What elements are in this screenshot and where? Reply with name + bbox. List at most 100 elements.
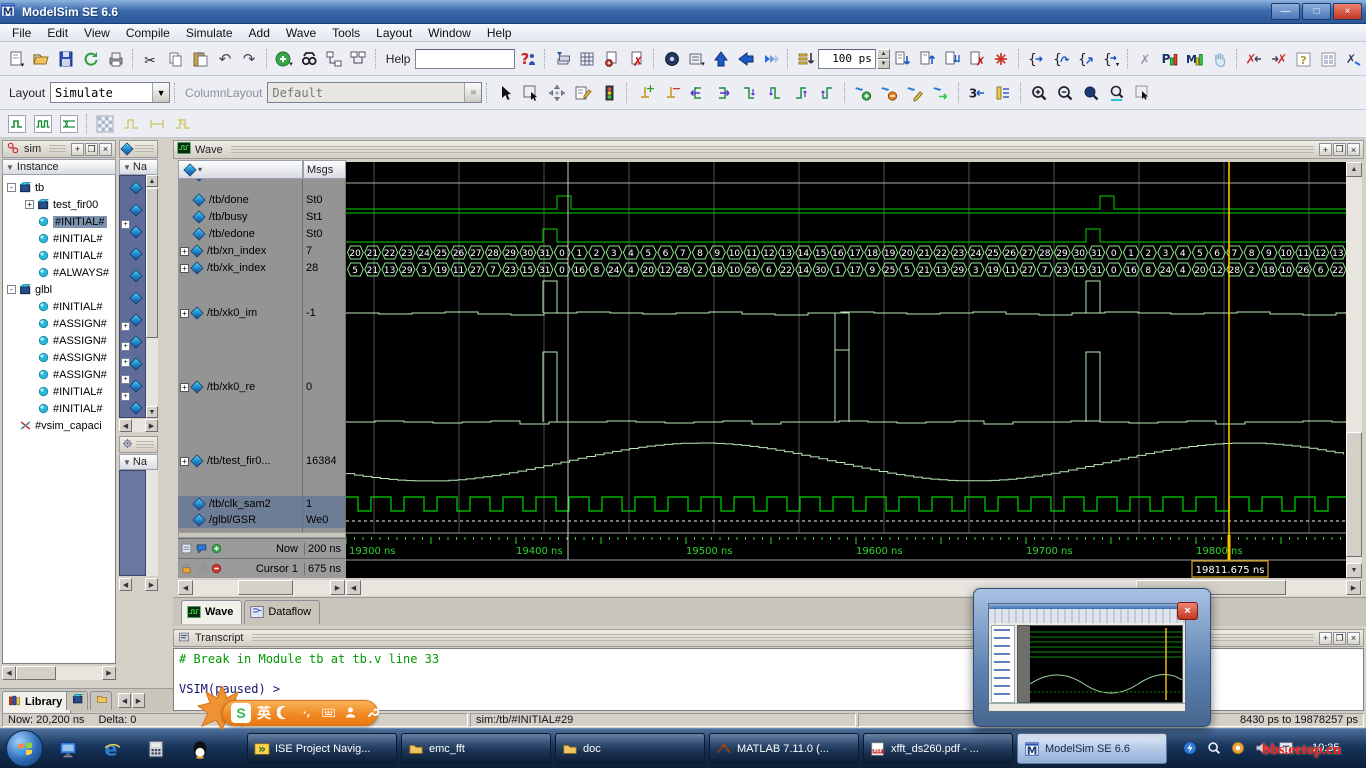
objects-hscrollbar[interactable]: ◀ ▶ — [119, 419, 158, 433]
locals-list[interactable] — [119, 470, 146, 576]
save-button[interactable] — [54, 46, 79, 72]
profile-performance-button[interactable]: P — [1158, 46, 1183, 72]
help-search-button[interactable]: ? — [515, 46, 540, 72]
signal-row-tb-xk-index[interactable]: +/tb/xk_index — [178, 260, 302, 276]
run-all-button[interactable] — [940, 46, 965, 72]
step-button[interactable]: { — [1024, 46, 1049, 72]
menu-tools[interactable]: Tools — [324, 24, 368, 42]
ime-wrench2-icon[interactable] — [365, 705, 381, 721]
undo-button[interactable]: ↶ — [212, 46, 237, 72]
insert-clock-button[interactable] — [30, 111, 56, 137]
tree-item-initial[interactable]: #INITIAL# — [25, 247, 103, 264]
step-over-button[interactable]: { — [1049, 46, 1074, 72]
signal-row-tb-xk0-im[interactable]: +/tb/xk0_im — [178, 305, 302, 321]
tree-item-initial[interactable]: #INITIAL# — [25, 400, 103, 417]
menu-file[interactable]: File — [4, 24, 39, 42]
panel-plus-icon[interactable]: + — [71, 143, 84, 156]
signal-diamond-icon[interactable] — [129, 181, 142, 194]
taskbar-button-xfft-ds260-pdf[interactable]: PDFxfft_ds260.pdf - ... — [863, 733, 1013, 764]
tray-magnifier-icon[interactable] — [1206, 740, 1224, 758]
tree-item-tb[interactable]: -tb — [7, 179, 44, 196]
signal-diamond-icon[interactable] — [129, 247, 142, 260]
drag-handle[interactable] — [135, 145, 154, 153]
locals-panel-header[interactable] — [119, 436, 158, 453]
stretch-edge-button[interactable] — [118, 111, 144, 137]
tab-library[interactable]: Library — [2, 691, 71, 713]
scroll-right-icon[interactable]: ▶ — [102, 666, 116, 680]
expand-icon[interactable]: + — [25, 200, 34, 209]
expand-netlist-button[interactable] — [321, 46, 346, 72]
wave-window-header[interactable]: Wave + ❒ × — [173, 140, 1364, 159]
tree-item-testfir00[interactable]: +test_fir00 — [25, 196, 98, 213]
arrow-left-button[interactable] — [734, 46, 759, 72]
profile-memory-button[interactable]: M — [1182, 46, 1207, 72]
wave-signal-names[interactable]: /tb/dv/tb/done/tb/busy/tb/edone+/tb/xn_i… — [178, 179, 303, 532]
signal-diamond-icon[interactable] — [129, 335, 142, 348]
fast-forward-button[interactable] — [758, 46, 783, 72]
tray-notify-icon[interactable] — [1230, 740, 1248, 758]
add-item-button[interactable]: ▾ — [272, 46, 297, 72]
tab-dataflow[interactable]: Dataflow — [244, 600, 320, 624]
locals-vscrollbar[interactable] — [146, 470, 158, 576]
stop-button[interactable]: ✗ — [964, 46, 989, 72]
expand-icon[interactable]: + — [180, 264, 189, 273]
chat-icon[interactable] — [195, 542, 209, 556]
step-out-button[interactable]: { — [1073, 46, 1098, 72]
quicklaunch-internet-explorer-icon[interactable]: e — [100, 737, 124, 761]
cursor1-label[interactable]: Cursor 1 — [225, 563, 304, 575]
expand-icon[interactable]: + — [180, 247, 189, 256]
lock-icon[interactable] — [180, 562, 194, 576]
add-wave-button[interactable] — [850, 80, 876, 106]
uncheck-right-button[interactable]: ✗ — [1267, 46, 1292, 72]
signal-diamond-icon[interactable] — [129, 379, 142, 392]
uncheck-left-button[interactable]: ✗ — [1242, 46, 1267, 72]
add-cursor-button[interactable]: + — [632, 80, 658, 106]
preview-close-icon[interactable]: × — [1177, 602, 1198, 620]
delete-wave-button[interactable] — [876, 80, 902, 106]
close-button[interactable]: × — [1333, 3, 1362, 20]
run-continue-button[interactable] — [915, 46, 940, 72]
signal-row-tb-dv[interactable]: /tb/dv — [178, 179, 302, 183]
objects-panel-header[interactable] — [119, 140, 158, 158]
taskbar-preview-popup[interactable]: × — [973, 588, 1211, 727]
pattern-fill-button[interactable] — [92, 111, 118, 137]
scroll-thumb[interactable] — [16, 666, 56, 680]
ime-person-icon[interactable] — [343, 705, 359, 721]
instance-tree[interactable]: -tb+test_fir00#INITIAL##INITIAL##INITIAL… — [2, 175, 116, 664]
run-length-spinner[interactable]: ▲▼ — [877, 49, 890, 69]
tab-files-mini[interactable] — [90, 691, 112, 710]
signal-diamond-icon[interactable] — [129, 357, 142, 370]
menu-view[interactable]: View — [76, 24, 118, 42]
taskbar-button-emc-fft[interactable]: emc_fft — [401, 733, 551, 764]
tree-item-initial[interactable]: #INITIAL# — [25, 230, 103, 247]
panel-restore-icon[interactable]: ❒ — [1333, 632, 1346, 645]
expand-icon[interactable]: + — [180, 457, 189, 466]
wave-msgs-header[interactable]: Msgs — [303, 160, 346, 179]
tab-scroll-right-icon[interactable]: ▶ — [132, 693, 145, 708]
scroll-left-icon[interactable]: ◀ — [2, 666, 16, 680]
objects-vscrollbar[interactable]: ▲ ▼ — [146, 175, 158, 418]
signal-row-tb-done[interactable]: /tb/done — [178, 192, 302, 208]
tree-item-assign[interactable]: #ASSIGN# — [25, 349, 107, 366]
minus-red-icon[interactable] — [210, 562, 224, 576]
taskbar-button-doc[interactable]: doc — [555, 733, 705, 764]
signal-row-tb-busy[interactable]: /tb/busy — [178, 209, 302, 225]
wave-vscrollbar[interactable]: ▲ ▼ — [1346, 162, 1362, 578]
help-input[interactable] — [415, 49, 515, 69]
objects-list[interactable]: ++++++ — [119, 175, 146, 418]
panel-close-icon[interactable]: × — [1347, 632, 1360, 645]
tree-item-always[interactable]: #ALWAYS# — [25, 264, 109, 281]
minimize-button[interactable]: — — [1271, 3, 1300, 20]
prev-rising-edge-button[interactable] — [788, 80, 814, 106]
signal-row-tb-xn-index[interactable]: +/tb/xn_index — [178, 243, 302, 259]
tree-item-glbl[interactable]: -glbl — [7, 281, 52, 298]
move-wave-button[interactable] — [928, 80, 954, 106]
new-file-button[interactable]: ▾ — [4, 46, 29, 72]
zoom-full-button[interactable] — [1078, 80, 1104, 106]
signal-row-tb-edone[interactable]: /tb/edone — [178, 226, 302, 242]
open-file-button[interactable] — [29, 46, 54, 72]
expand-icon[interactable]: + — [121, 322, 130, 331]
run-button[interactable] — [890, 46, 915, 72]
tab-wave[interactable]: Wave — [181, 600, 242, 624]
signal-row-tb-clk-sam2[interactable]: /tb/clk_sam2 — [178, 496, 302, 512]
